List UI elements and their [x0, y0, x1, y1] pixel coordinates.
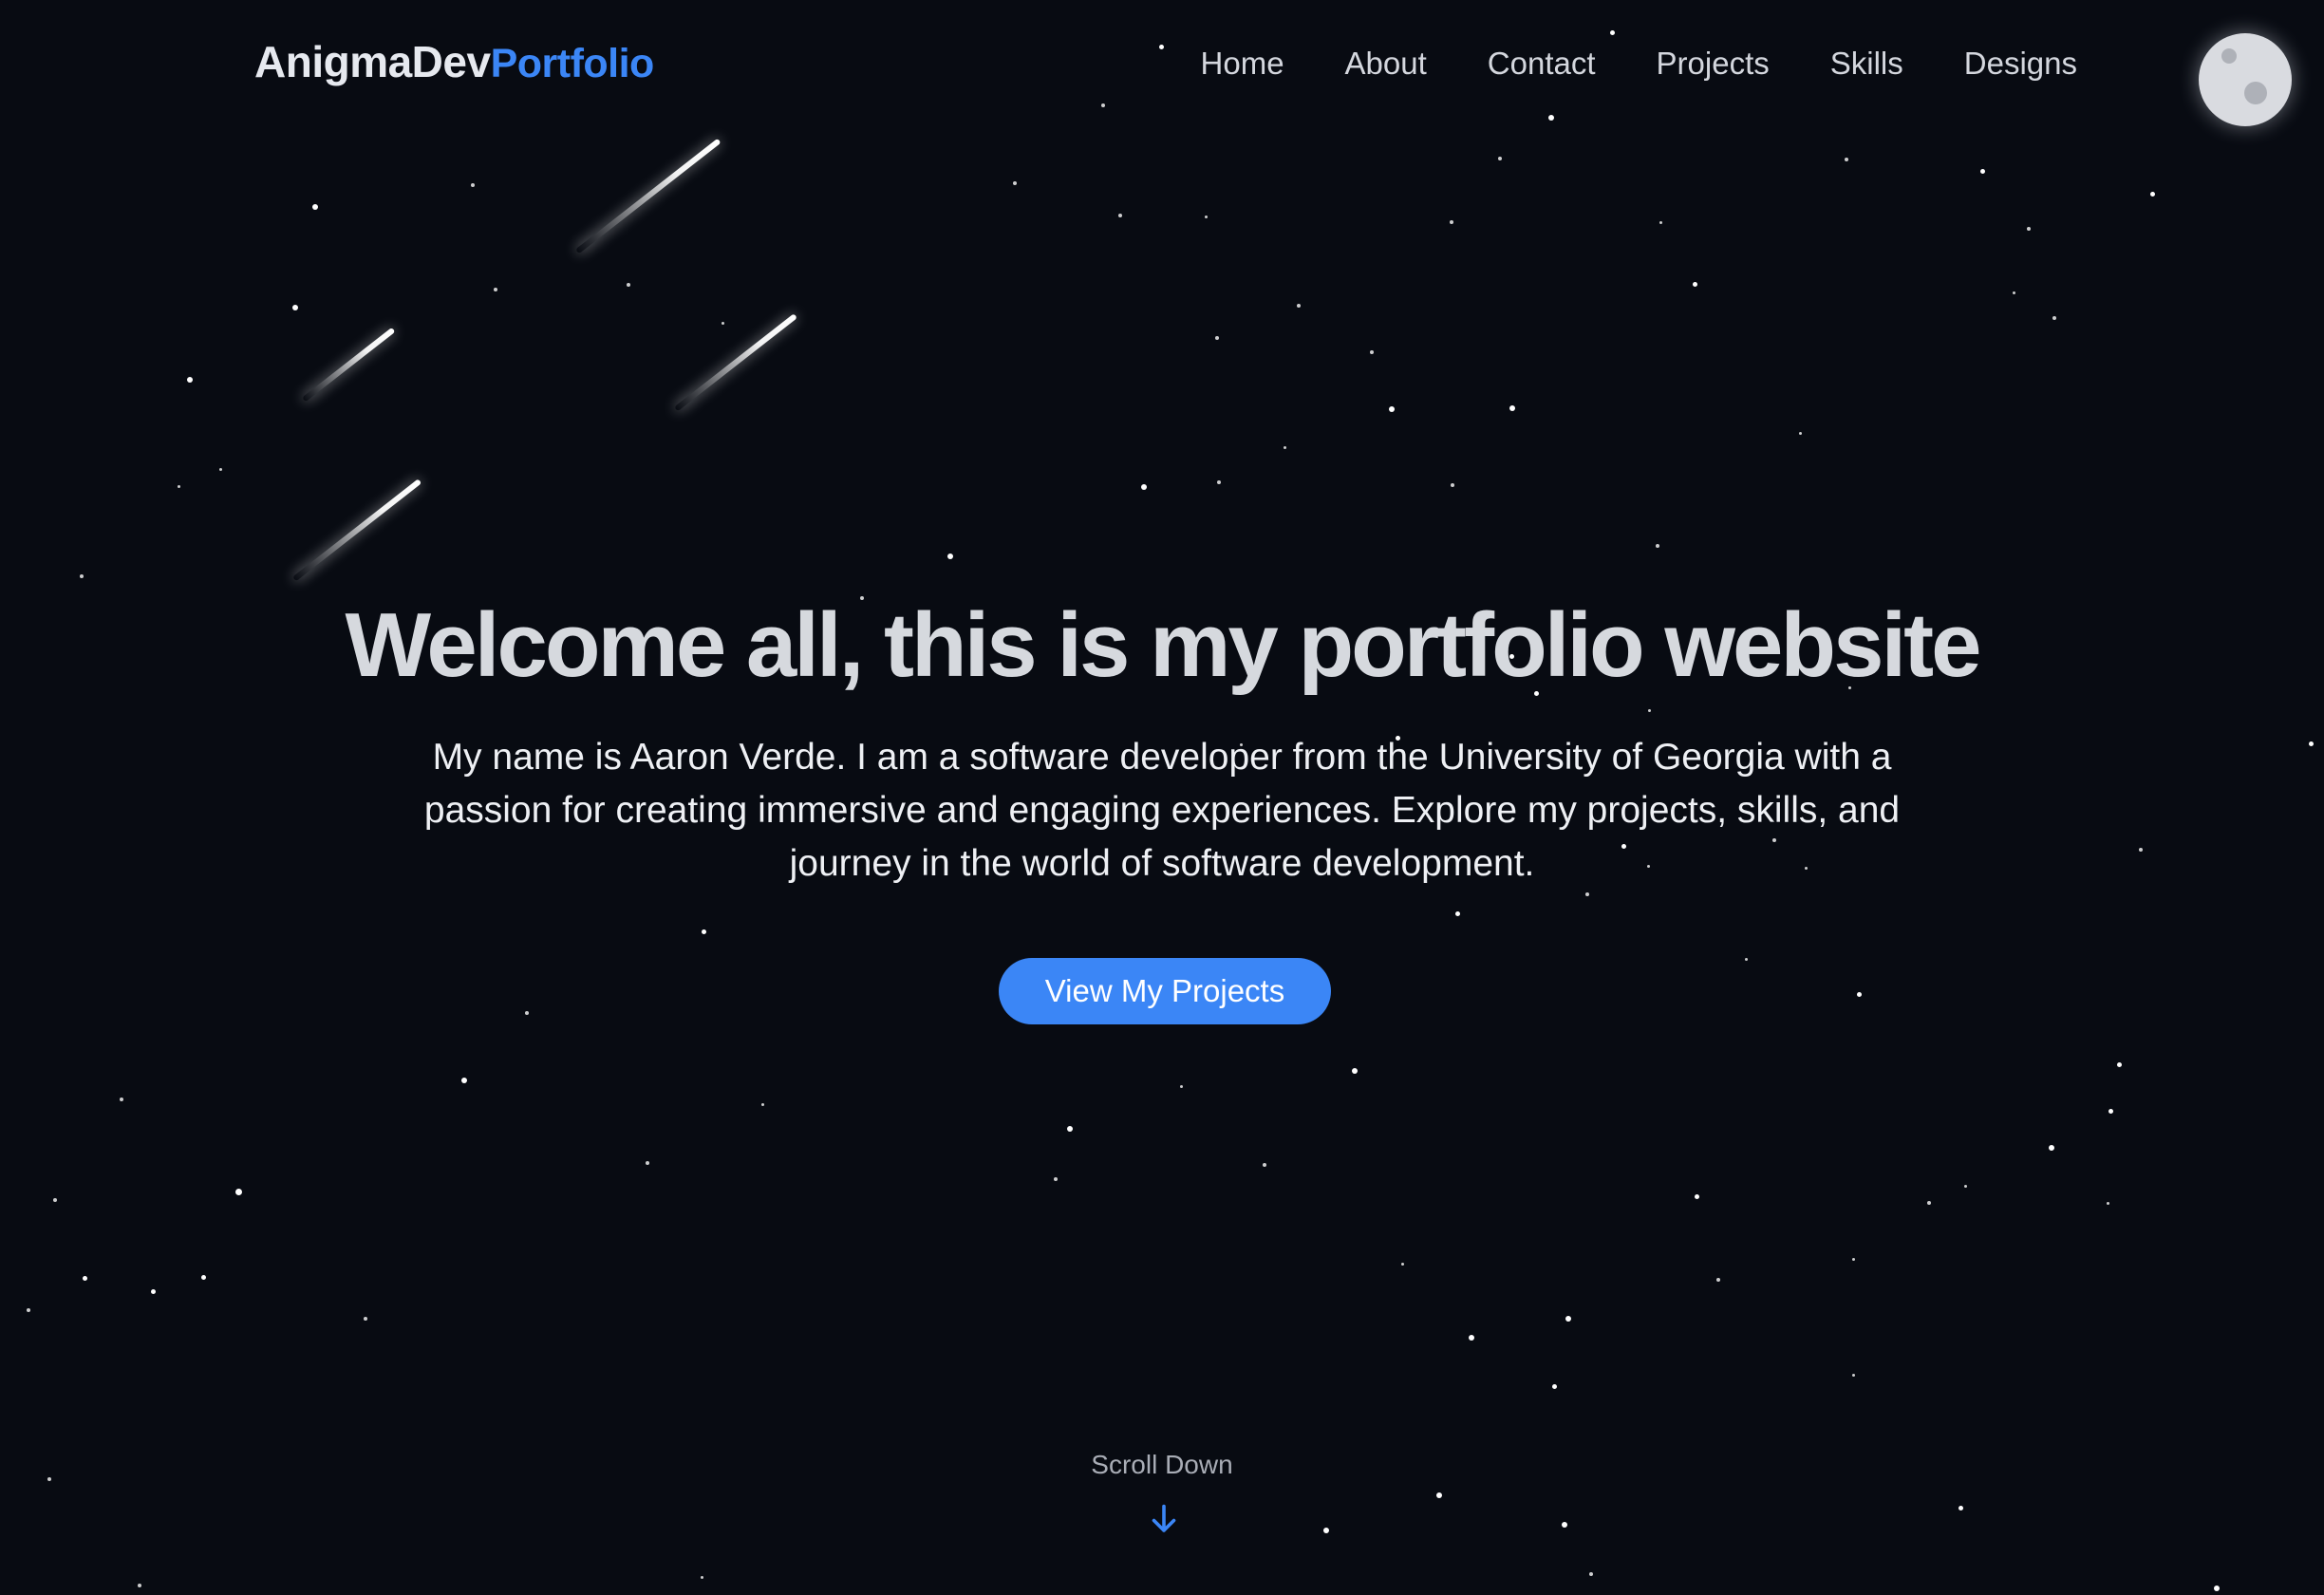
nav-link-home[interactable]: Home	[1201, 46, 1284, 82]
nav-links: Home About Contact Projects Skills Desig…	[1201, 46, 2077, 82]
nav-link-skills[interactable]: Skills	[1830, 46, 1903, 82]
arrow-down-icon	[1152, 1504, 1176, 1532]
moon-crater	[2244, 82, 2267, 104]
page: AnigmaDevPortfolio Home About Contact Pr…	[0, 0, 2324, 1595]
brand-logo[interactable]: AnigmaDevPortfolio	[254, 36, 654, 87]
nav-link-designs[interactable]: Designs	[1964, 46, 2077, 82]
theme-toggle-button[interactable]	[2199, 33, 2292, 126]
scroll-down-label: Scroll Down	[1091, 1450, 1233, 1479]
shooting-star	[292, 478, 422, 582]
nav-link-about[interactable]: About	[1345, 46, 1427, 82]
hero-title: Welcome all, this is my portfolio websit…	[345, 594, 1982, 696]
brand-accent: Portfolio	[490, 41, 655, 86]
view-projects-button[interactable]: View My Projects	[999, 958, 1331, 1024]
moon-crater	[2221, 48, 2237, 64]
nav-link-contact[interactable]: Contact	[1488, 46, 1596, 82]
hero-description: My name is Aaron Verde. I am a software …	[423, 737, 1901, 884]
shooting-star	[674, 313, 797, 412]
navbar: AnigmaDevPortfolio Home About Contact Pr…	[0, 0, 2324, 133]
shooting-star	[302, 327, 396, 403]
brand-name: AnigmaDev	[254, 37, 491, 86]
nav-link-projects[interactable]: Projects	[1657, 46, 1770, 82]
shooting-star	[575, 138, 722, 254]
